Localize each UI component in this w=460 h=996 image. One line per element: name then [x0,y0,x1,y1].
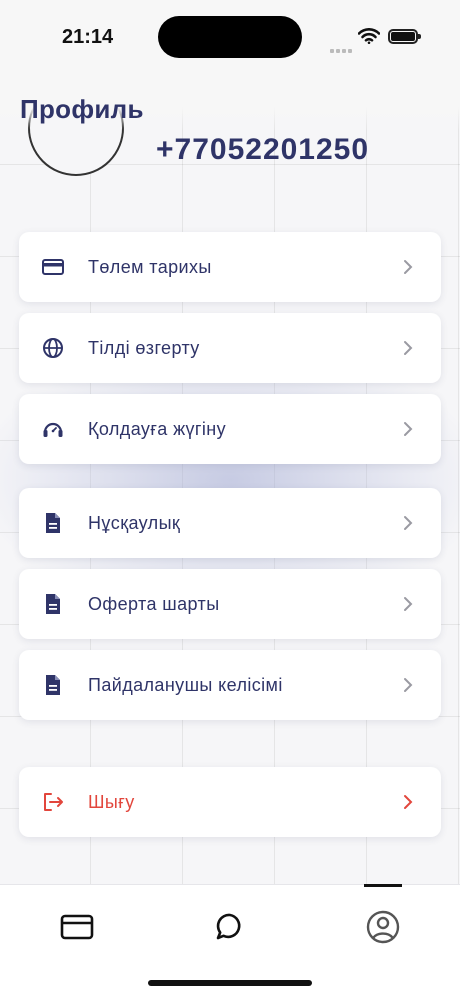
globe-icon [41,336,65,360]
menu-item-label: Пайдаланушы келісімі [88,674,283,695]
document-icon [41,673,65,697]
credit-card-icon [41,255,65,279]
menu-item-offer-agreement[interactable]: Оферта шарты [19,569,441,639]
battery-icon [388,29,421,44]
page-title: Профиль [20,94,144,124]
logout-icon [41,790,65,814]
menu-item-change-language[interactable]: Тілді өзгерту [19,313,441,383]
cellular-signal-icon [330,40,354,58]
chat-bubble-icon [215,912,245,947]
home-indicator [148,980,312,986]
menu-item-label: Оферта шарты [88,593,220,614]
dynamic-island [158,16,302,58]
chevron-right-icon [401,420,415,438]
support-headset-icon [41,417,65,441]
menu-item-label: Қолдауға жүгіну [88,418,227,439]
chevron-right-icon [401,676,415,694]
menu-item-label: Тілді өзгерту [88,337,200,358]
chevron-right-icon [401,514,415,532]
menu-item-label: Төлем тарихы [88,256,212,277]
chevron-right-icon [401,339,415,357]
wifi-icon [357,28,381,49]
profile-icon [366,910,400,949]
menu-item-user-agreement[interactable]: Пайдаланушы келісімі [19,650,441,720]
menu-item-label: Нұсқаулық [88,512,181,533]
menu-item-guide[interactable]: Нұсқаулық [19,488,441,558]
logout-label: Шығу [88,791,135,812]
tab-profile[interactable] [363,909,403,949]
menu-item-payment-history[interactable]: Төлем тарихы [19,232,441,302]
tab-chat[interactable] [210,909,250,949]
active-tab-indicator [364,884,402,887]
chevron-right-icon [401,595,415,613]
chevron-right-icon [401,793,415,811]
logout-button[interactable]: Шығу [19,767,441,837]
card-icon [60,914,94,945]
phone-number: +77052201250 [156,133,370,162]
document-icon [41,592,65,616]
menu-item-support[interactable]: Қолдауға жүгіну [19,394,441,464]
status-time: 21:14 [62,26,114,48]
document-icon [41,511,65,535]
status-bar: 21:14 [0,0,460,72]
tab-cards[interactable] [57,909,97,949]
chevron-right-icon [401,258,415,276]
